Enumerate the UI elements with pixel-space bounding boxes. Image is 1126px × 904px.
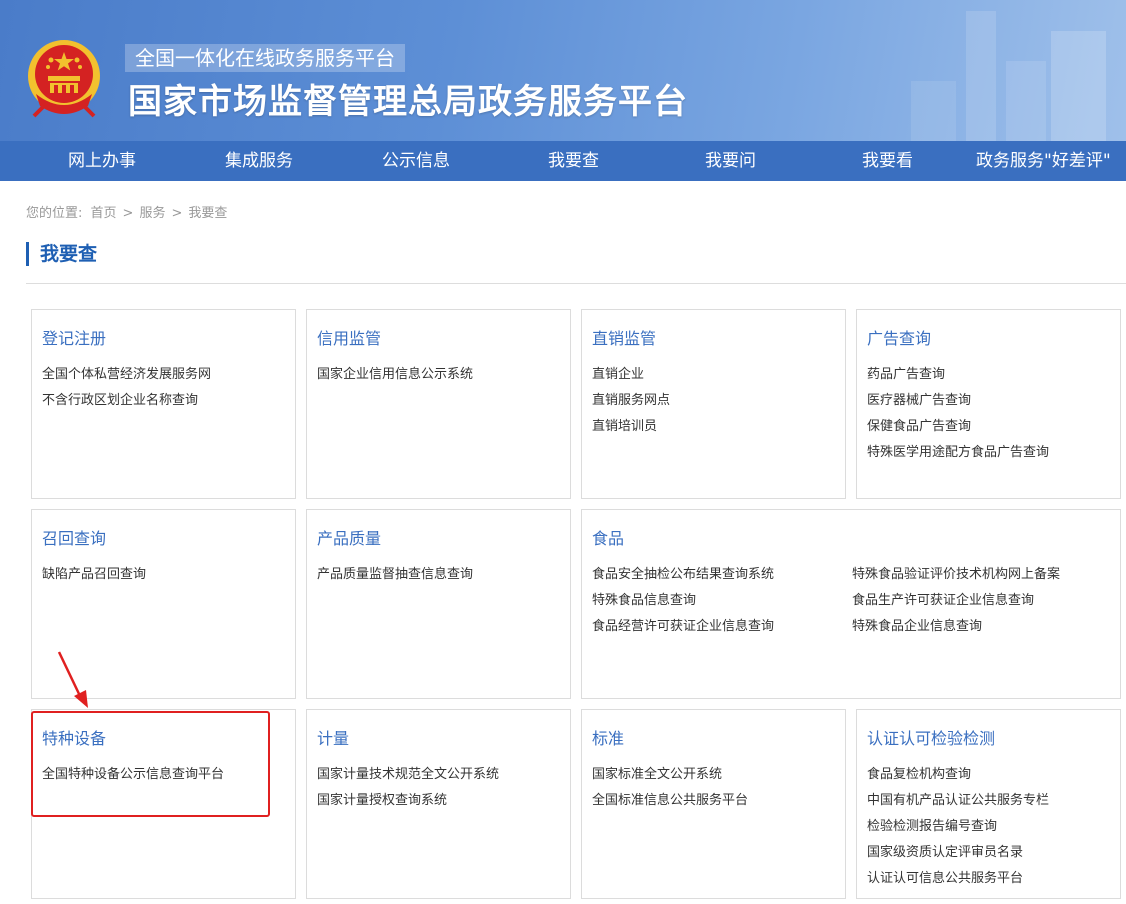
platform-subtitle: 全国一体化在线政务服务平台 (125, 44, 405, 72)
card-credit-supervision: 信用监管 国家企业信用信息公示系统 (306, 309, 571, 499)
site-header: 全国一体化在线政务服务平台 国家市场监督管理总局政务服务平台 (0, 0, 1126, 141)
card-link-list: 药品广告查询 医疗器械广告查询 保健食品广告查询 特殊医学用途配方食品广告查询 (867, 362, 1049, 466)
card-link[interactable]: 国家计量授权查询系统 (317, 788, 499, 814)
card-link-list: 全国个体私营经济发展服务网 不含行政区划企业名称查询 (42, 362, 211, 414)
breadcrumb-home[interactable]: 首页 (91, 206, 117, 221)
card-link[interactable]: 检验检测报告编号查询 (867, 814, 1049, 840)
national-emblem-icon (28, 40, 100, 118)
building-decoration (1006, 61, 1046, 141)
building-decoration (911, 81, 956, 141)
card-certification: 认证认可检验检测 食品复检机构查询 中国有机产品认证公共服务专栏 检验检测报告编… (856, 709, 1121, 899)
breadcrumb: 您的位置: 首页 > 服务 > 我要查 (26, 202, 231, 221)
card-registration: 登记注册 全国个体私营经济发展服务网 不含行政区划企业名称查询 (31, 309, 296, 499)
card-link-list: 直销企业 直销服务网点 直销培训员 (592, 362, 670, 440)
card-title: 信用监管 (317, 329, 382, 348)
card-link[interactable]: 特殊食品信息查询 (592, 588, 774, 614)
card-title: 标准 (592, 729, 625, 748)
card-link[interactable]: 认证认可信息公共服务平台 (867, 866, 1049, 892)
card-link[interactable]: 特殊食品验证评价技术机构网上备案 (852, 562, 1060, 588)
building-decoration (966, 11, 996, 141)
nav-item-evaluation[interactable]: 政务服务"好差评" (976, 141, 1111, 181)
card-link-list: 特殊食品验证评价技术机构网上备案 食品生产许可获证企业信息查询 特殊食品企业信息… (852, 562, 1060, 640)
card-product-quality: 产品质量 产品质量监督抽查信息查询 (306, 509, 571, 699)
card-link[interactable]: 直销服务网点 (592, 388, 670, 414)
card-title: 食品 (592, 529, 625, 548)
nav-item-view[interactable]: 我要看 (862, 141, 913, 181)
card-link-list: 食品安全抽检公布结果查询系统 特殊食品信息查询 食品经营许可获证企业信息查询 (592, 562, 774, 640)
card-link-list: 产品质量监督抽查信息查询 (317, 562, 473, 588)
card-link[interactable]: 特殊医学用途配方食品广告查询 (867, 440, 1049, 466)
card-direct-sales: 直销监管 直销企业 直销服务网点 直销培训员 (581, 309, 846, 499)
chevron-right-icon: > (171, 206, 183, 221)
card-link[interactable]: 产品质量监督抽查信息查询 (317, 562, 473, 588)
card-link[interactable]: 不含行政区划企业名称查询 (42, 388, 211, 414)
nav-item-integrated-service[interactable]: 集成服务 (225, 141, 293, 181)
main-nav: 网上办事 集成服务 公示信息 我要查 我要问 我要看 政务服务"好差评" (0, 141, 1126, 181)
card-link-list: 国家标准全文公开系统 全国标准信息公共服务平台 (592, 762, 748, 814)
card-link[interactable]: 国家企业信用信息公示系统 (317, 362, 473, 388)
page-title: 我要查 (26, 242, 97, 266)
card-link[interactable]: 食品经营许可获证企业信息查询 (592, 614, 774, 640)
card-advertising: 广告查询 药品广告查询 医疗器械广告查询 保健食品广告查询 特殊医学用途配方食品… (856, 309, 1121, 499)
card-link[interactable]: 直销企业 (592, 362, 670, 388)
card-link-list: 食品复检机构查询 中国有机产品认证公共服务专栏 检验检测报告编号查询 国家级资质… (867, 762, 1049, 892)
nav-item-ask[interactable]: 我要问 (705, 141, 756, 181)
nav-item-query[interactable]: 我要查 (548, 141, 599, 181)
card-link[interactable]: 保健食品广告查询 (867, 414, 1049, 440)
card-link[interactable]: 医疗器械广告查询 (867, 388, 1049, 414)
card-title: 登记注册 (42, 329, 107, 348)
site-title: 国家市场监督管理总局政务服务平台 (128, 82, 688, 122)
card-link-list: 国家企业信用信息公示系统 (317, 362, 473, 388)
nav-item-public-info[interactable]: 公示信息 (382, 141, 450, 181)
card-food: 食品 食品安全抽检公布结果查询系统 特殊食品信息查询 食品经营许可获证企业信息查… (581, 509, 1121, 699)
arrow-annotation-icon (57, 651, 88, 708)
card-title: 广告查询 (867, 329, 932, 348)
nav-item-online-service[interactable]: 网上办事 (68, 141, 136, 181)
card-link[interactable]: 特殊食品企业信息查询 (852, 614, 1060, 640)
card-link[interactable]: 全国标准信息公共服务平台 (592, 788, 748, 814)
card-link-list: 国家计量技术规范全文公开系统 国家计量授权查询系统 (317, 762, 499, 814)
card-link[interactable]: 食品生产许可获证企业信息查询 (852, 588, 1060, 614)
card-title: 认证认可检验检测 (867, 729, 996, 748)
breadcrumb-current: 我要查 (188, 206, 228, 221)
card-link[interactable]: 食品安全抽检公布结果查询系统 (592, 562, 774, 588)
card-link[interactable]: 中国有机产品认证公共服务专栏 (867, 788, 1049, 814)
card-link[interactable]: 直销培训员 (592, 414, 670, 440)
card-title: 召回查询 (42, 529, 107, 548)
card-title: 直销监管 (592, 329, 657, 348)
card-title: 计量 (317, 729, 350, 748)
card-link[interactable]: 国家标准全文公开系统 (592, 762, 748, 788)
card-link[interactable]: 全国个体私营经济发展服务网 (42, 362, 211, 388)
card-link[interactable]: 食品复检机构查询 (867, 762, 1049, 788)
card-link-list: 缺陷产品召回查询 (42, 562, 146, 588)
building-decoration (1051, 31, 1106, 141)
card-metrology: 计量 国家计量技术规范全文公开系统 国家计量授权查询系统 (306, 709, 571, 899)
card-link[interactable]: 药品广告查询 (867, 362, 1049, 388)
chevron-right-icon: > (122, 206, 134, 221)
card-standards: 标准 国家标准全文公开系统 全国标准信息公共服务平台 (581, 709, 846, 899)
card-link[interactable]: 国家计量技术规范全文公开系统 (317, 762, 499, 788)
card-link[interactable]: 国家级资质认定评审员名录 (867, 840, 1049, 866)
card-link[interactable]: 缺陷产品召回查询 (42, 562, 146, 588)
highlight-box (31, 711, 270, 817)
breadcrumb-label: 您的位置: (26, 206, 83, 221)
breadcrumb-service[interactable]: 服务 (139, 206, 165, 221)
divider (26, 283, 1126, 284)
card-title: 产品质量 (317, 529, 382, 548)
